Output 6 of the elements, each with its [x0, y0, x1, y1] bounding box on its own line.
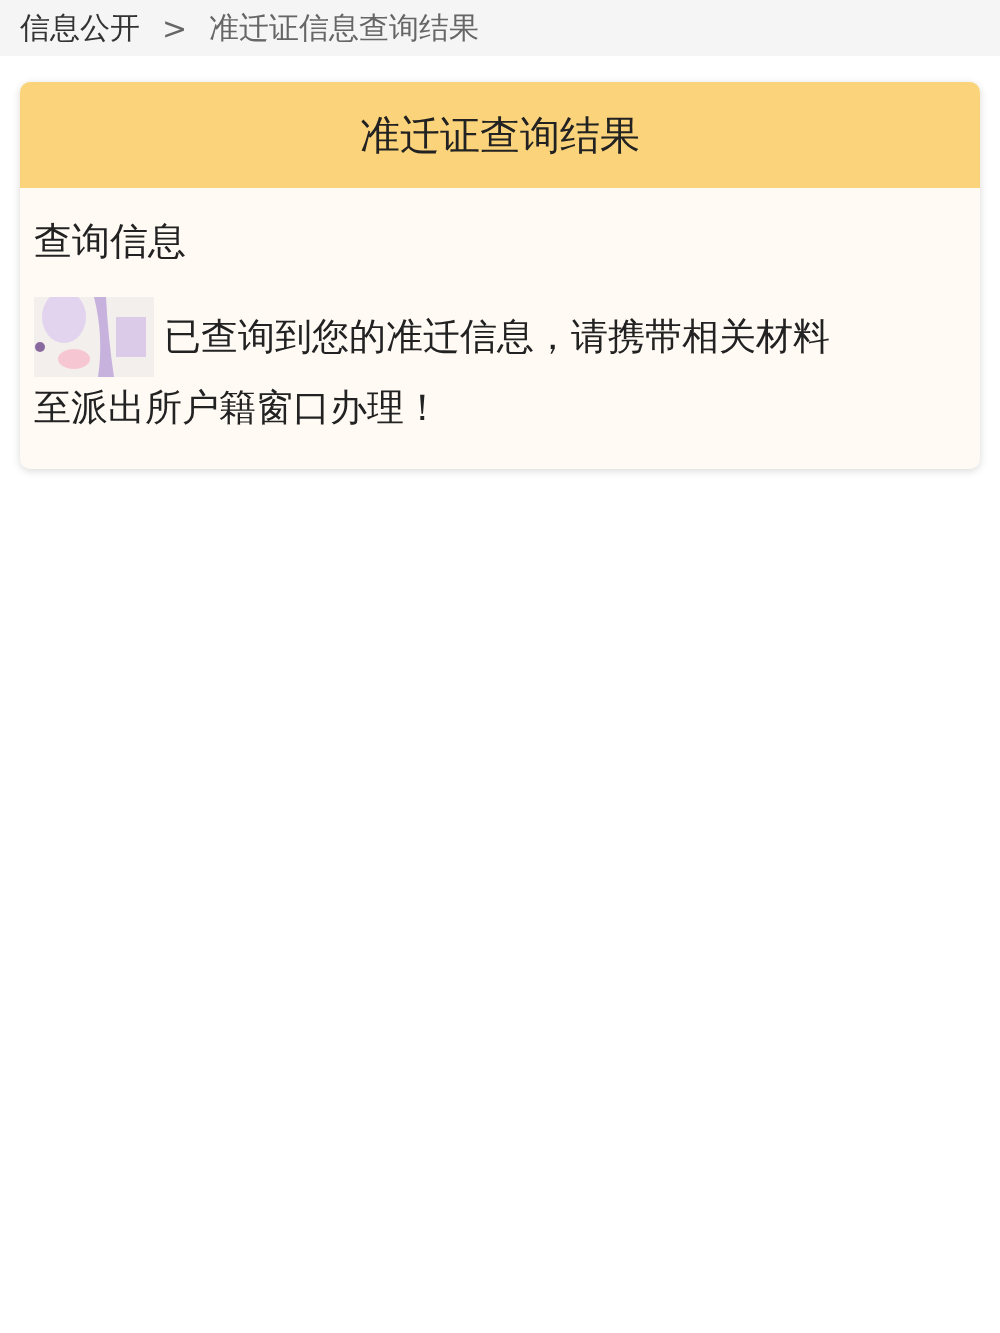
breadcrumb-separator: >	[162, 10, 188, 46]
breadcrumb-link[interactable]: 信息公开	[20, 7, 140, 49]
message-text: 已查询到您的准迁信息，请携带相关材料	[164, 314, 830, 360]
card-title: 准迁证查询结果	[360, 110, 640, 160]
section-label: 查询信息	[34, 218, 187, 265]
message-text: 至派出所户籍窗口办理！	[34, 385, 442, 431]
